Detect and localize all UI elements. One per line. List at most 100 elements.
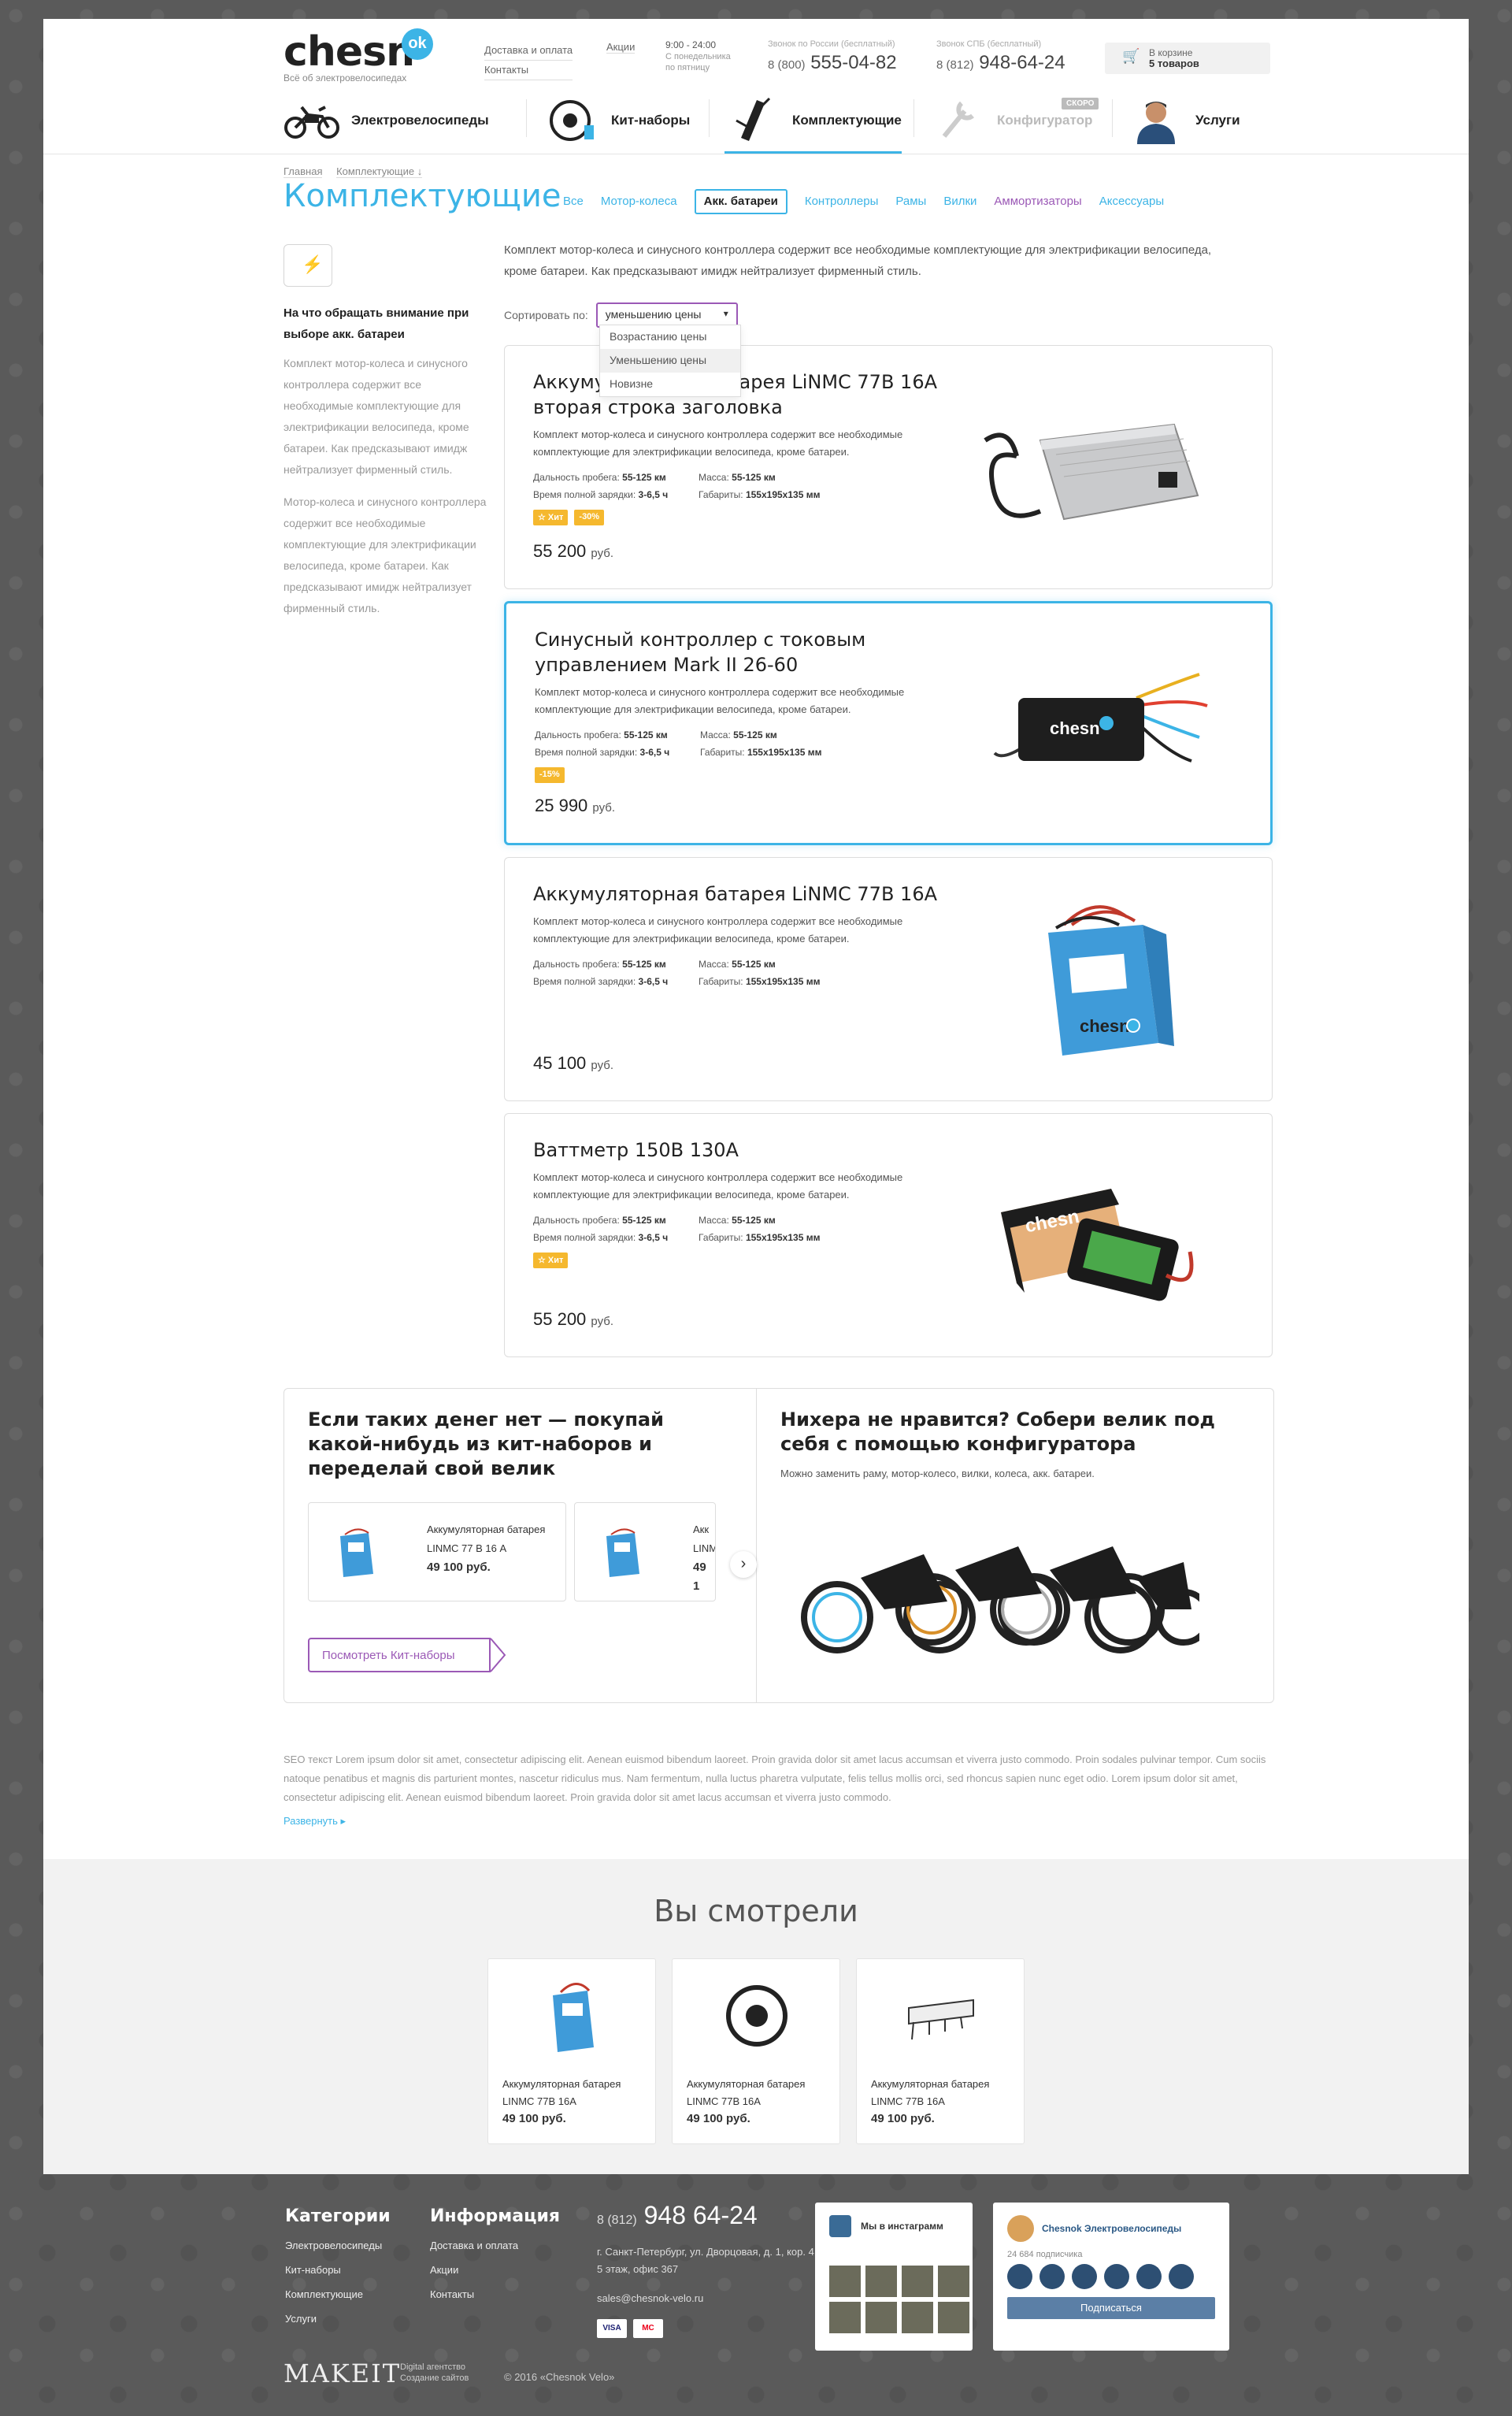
- discount-badge: -30%: [574, 510, 605, 525]
- product-card[interactable]: Синусный контроллер с токовым управление…: [504, 601, 1273, 845]
- tab-all[interactable]: Все: [563, 189, 584, 214]
- wattmeter-image[interactable]: chesn: [969, 1153, 1221, 1319]
- spec-label: Дальность пробега:: [533, 1215, 620, 1226]
- spec-value: 55-125 км: [622, 959, 666, 970]
- product-title[interactable]: Аккумуляторная батарея LiNMC 77В 16А: [533, 881, 974, 907]
- seo-text: SEO текст Lorem ipsum dolor sit amet, co…: [284, 1754, 1266, 1803]
- logo[interactable]: chesn ok Всё об электровелосипедах: [284, 28, 433, 84]
- vk-member-avatar[interactable]: [1007, 2264, 1032, 2289]
- instagram-icon: [829, 2215, 851, 2237]
- product-title[interactable]: Синусный контроллер с токовым управление…: [535, 627, 976, 677]
- nav-configurator[interactable]: Конфигуратор СКОРО: [929, 88, 1099, 153]
- instagram-photo[interactable]: [865, 2266, 897, 2297]
- phone-russia[interactable]: Звонок по России (бесплатный) 8 (800) 55…: [768, 39, 897, 74]
- promo-link[interactable]: Акции: [606, 41, 636, 54]
- phone-spb-number: 948-64-24: [979, 52, 1065, 73]
- bikes-image[interactable]: [790, 1507, 1212, 1668]
- nav-services[interactable]: Услуги: [1128, 88, 1240, 153]
- price-currency: руб.: [592, 801, 616, 815]
- vk-subscribers: 24 684 подписчика: [1007, 2250, 1083, 2259]
- instagram-photo[interactable]: [938, 2302, 969, 2333]
- product-price: 55 200 руб.: [533, 541, 613, 562]
- instagram-photo[interactable]: [865, 2302, 897, 2333]
- spec-value: 55-125 км: [732, 1215, 776, 1226]
- sort-option-new[interactable]: Новизне: [600, 373, 740, 396]
- instagram-widget[interactable]: Мы в инстаграмм: [815, 2203, 973, 2351]
- product-price: 45 100 руб.: [533, 1053, 613, 1074]
- instagram-photo[interactable]: [938, 2266, 969, 2297]
- nav-ebikes[interactable]: Электровелосипеды: [284, 88, 489, 153]
- footer-link[interactable]: Кит-наборы: [285, 2258, 391, 2282]
- view-kits-button[interactable]: Посмотреть Кит-наборы: [308, 1638, 491, 1672]
- product-price: 55 200 руб.: [533, 1309, 613, 1330]
- cart-button[interactable]: 🛒 В корзине 5 товаров: [1105, 43, 1270, 74]
- footer-link[interactable]: Доставка и оплата: [430, 2233, 560, 2258]
- tab-controllers[interactable]: Контроллеры: [805, 189, 879, 214]
- kits-promo-title: Если таких денег нет — покупай какой-ниб…: [308, 1408, 664, 1479]
- sidebar: На что обращать внимание при выборе акк.…: [284, 244, 487, 630]
- footer-link[interactable]: Акции: [430, 2258, 560, 2282]
- tab-motor-wheels[interactable]: Мотор-колеса: [601, 189, 677, 214]
- tab-shocks[interactable]: Аммортизаторы: [994, 189, 1081, 214]
- nav-kits[interactable]: Кит-наборы: [543, 88, 690, 153]
- sort-option-desc[interactable]: Уменьшению цены: [600, 349, 740, 373]
- kit-card[interactable]: Акк LINMC 49 1: [574, 1502, 716, 1601]
- footer-info: Информация Доставка и оплата Акции Конта…: [430, 2204, 560, 2307]
- tab-batteries[interactable]: Акк. батареи: [694, 189, 788, 214]
- contacts-link[interactable]: Контакты: [484, 61, 573, 80]
- vk-member-avatar[interactable]: [1040, 2264, 1065, 2289]
- spec-value: 155х195х135 мм: [747, 747, 822, 758]
- controller-image[interactable]: chesn: [971, 643, 1223, 808]
- spec-value: 155х195х135 мм: [745, 976, 821, 987]
- viewed-card[interactable]: Аккумуляторная батарея LINMC 77В 16А 49 …: [487, 1958, 656, 2144]
- mastercard-icon: MC: [633, 2319, 663, 2338]
- footer-link[interactable]: Контакты: [430, 2282, 560, 2307]
- phone-spb[interactable]: Звонок СПБ (бесплатный) 8 (812) 948-64-2…: [936, 39, 1065, 74]
- spec-value: 55-125 км: [733, 729, 777, 740]
- carousel-next-button[interactable]: ›: [730, 1551, 757, 1578]
- product-title[interactable]: Ваттметр 150В 130А: [533, 1137, 974, 1163]
- kit-card-name: Акк LINMC: [693, 1523, 715, 1554]
- footer-link[interactable]: Услуги: [285, 2307, 391, 2331]
- agency-logo[interactable]: MAKEIT: [284, 2358, 401, 2388]
- instagram-photo[interactable]: [902, 2266, 933, 2297]
- instagram-photo[interactable]: [902, 2302, 933, 2333]
- spec-value: 55-125 км: [732, 472, 776, 483]
- ebike-icon: [284, 96, 340, 145]
- vk-member-avatar[interactable]: [1169, 2264, 1194, 2289]
- nav-parts[interactable]: Комплектующие: [724, 88, 902, 154]
- vk-member-avatar[interactable]: [1072, 2264, 1097, 2289]
- footer-phone[interactable]: 8 (812) 948 64-24: [597, 2201, 758, 2230]
- spec-label: Масса:: [699, 959, 729, 970]
- vk-group-title[interactable]: Chesnok Электровелосипеды: [1042, 2223, 1181, 2234]
- logo-badge: ok: [402, 28, 433, 60]
- working-hours: 9:00 - 24:00 С понедельника по пятницу: [665, 39, 731, 73]
- battery-image[interactable]: chesn: [969, 897, 1221, 1063]
- expand-link[interactable]: Развернуть ▸: [284, 1815, 346, 1828]
- instagram-photo[interactable]: [829, 2266, 861, 2297]
- spec-label: Габариты:: [699, 976, 743, 987]
- vk-member-avatar[interactable]: [1136, 2264, 1162, 2289]
- charger-image[interactable]: [969, 385, 1221, 551]
- tab-accessories[interactable]: Аксессуары: [1099, 189, 1164, 214]
- tab-frames[interactable]: Рамы: [895, 189, 926, 214]
- breadcrumb-parts[interactable]: Комплектующие ↓: [336, 165, 423, 178]
- kit-card[interactable]: Аккумуляторная батарея LINMC 77 В 16 А 4…: [308, 1502, 566, 1601]
- footer-email[interactable]: sales@chesnok-velo.ru: [597, 2292, 703, 2304]
- product-card[interactable]: Ваттметр 150В 130А Комплект мотор-колеса…: [504, 1113, 1273, 1357]
- vk-member-avatar[interactable]: [1104, 2264, 1129, 2289]
- breadcrumb-home[interactable]: Главная: [284, 165, 323, 178]
- viewed-card[interactable]: Аккумуляторная батарея LINMC 77В 16А 49 …: [672, 1958, 840, 2144]
- instagram-photos: [829, 2266, 969, 2333]
- delivery-link[interactable]: Доставка и оплата: [484, 41, 573, 61]
- tab-forks[interactable]: Вилки: [943, 189, 976, 214]
- instagram-photo[interactable]: [829, 2302, 861, 2333]
- phone-russia-number: 555-04-82: [810, 52, 897, 73]
- product-card[interactable]: Аккумуляторная батарея LiNMC 77В 16А Ком…: [504, 857, 1273, 1101]
- vk-subscribe-button[interactable]: Подписаться: [1007, 2297, 1215, 2319]
- footer-link[interactable]: Электровелосипеды: [285, 2233, 391, 2258]
- footer-link[interactable]: Комплектующие: [285, 2282, 391, 2307]
- sort-option-asc[interactable]: Возрастанию цены: [600, 325, 740, 349]
- footer-categories-title: Категории: [285, 2206, 391, 2226]
- viewed-card[interactable]: Аккумуляторная батарея LINMC 77В 16А 49 …: [856, 1958, 1025, 2144]
